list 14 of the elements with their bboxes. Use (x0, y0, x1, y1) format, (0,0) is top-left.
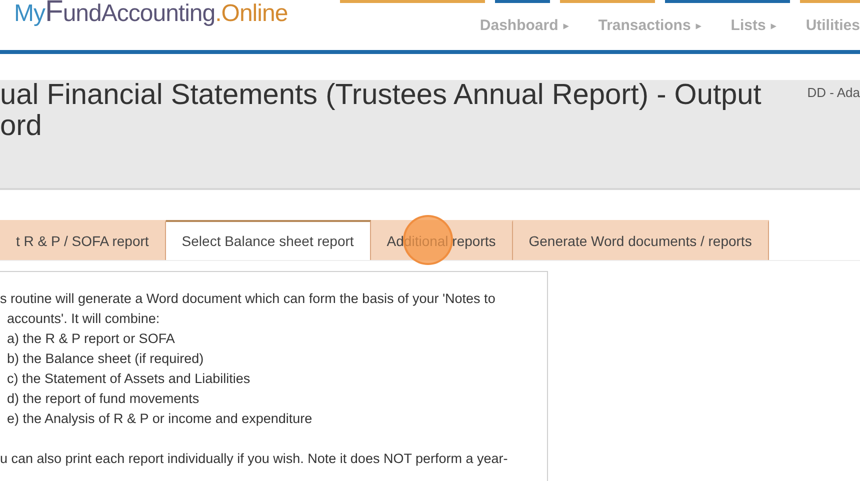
tab[interactable]: Generate Word documents / reports (512, 220, 769, 260)
list-item: d) the report of fund movements (6, 390, 200, 408)
list-item: e) the Analysis of R & P or income and expenditure (6, 410, 314, 428)
user-label: DD - Ada (807, 85, 860, 100)
logo-text[interactable]: MyFundAccounting.Online (14, 0, 288, 27)
page-title: ual Financial Statements (Trustees Annual Report) - Output ord (0, 80, 762, 142)
list-item: b) the Balance sheet (if required) (6, 350, 205, 368)
tab[interactable]: Select Balance sheet report (166, 220, 371, 260)
list-item: a) the R & P report or SOFA (6, 330, 176, 348)
intro-text: s routine will generate a Word document which can form the basis of your 'Notes to (0, 290, 496, 308)
tab[interactable]: t R & P / SOFA report (0, 220, 166, 260)
note-text: u can also print each report individually if you wish. Note it does NOT perform a year- (0, 450, 509, 468)
intro-text: accounts'. It will combine: (6, 310, 161, 328)
list-item: c) the Statement of Assets and Liabilities (6, 370, 252, 388)
